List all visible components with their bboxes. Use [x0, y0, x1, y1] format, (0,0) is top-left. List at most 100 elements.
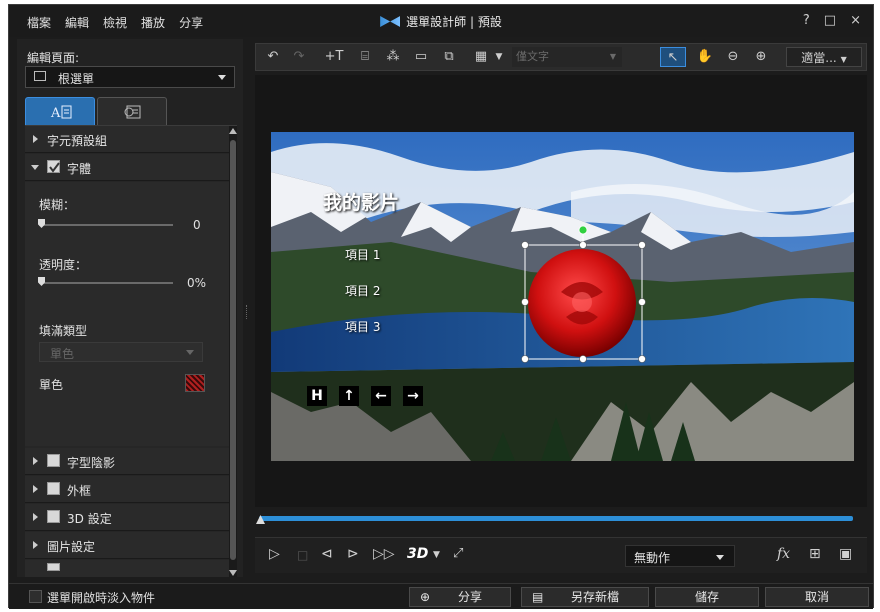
fullscreen-icon[interactable]: ⤢: [453, 546, 463, 561]
fill-type-select[interactable]: 單色: [39, 342, 203, 362]
select-move-tool-icon[interactable]: ↖: [660, 47, 686, 67]
previous-button[interactable]: ←: [371, 386, 391, 406]
redo-icon[interactable]: ↷: [290, 47, 308, 67]
playback-bar: ▷ □ ⊲ ⊳ ▷▷ 3D ▼ ⤢ 無動作 fx ⊞ ▣: [255, 537, 867, 573]
chevron-down-icon: [186, 350, 194, 355]
property-list: 字元預設組 字體 模糊： 0 透明度： 0% 填滿類型 單色 單色 字型陰影 外…: [25, 125, 237, 577]
scroll-thumb[interactable]: [230, 140, 236, 560]
page-icon: [34, 71, 46, 81]
previous-frame-icon[interactable]: ⊲: [321, 546, 333, 562]
save-button[interactable]: 儲存: [655, 587, 759, 607]
menu-item-1[interactable]: 項目 1: [345, 246, 380, 263]
next-frame-icon[interactable]: ⊳: [347, 546, 359, 562]
hand-tool-icon[interactable]: ✋: [694, 47, 716, 67]
opacity-value: 0%: [187, 276, 207, 290]
menu-title[interactable]: 我的影片: [323, 188, 399, 215]
add-button-icon[interactable]: ⌸: [354, 47, 376, 67]
menu-item-2[interactable]: 項目 2: [345, 282, 380, 299]
chevron-right-icon: [33, 485, 38, 493]
maximize-button[interactable]: □: [824, 13, 836, 28]
save-as-button[interactable]: ▤ 另存新檔: [521, 587, 649, 607]
blur-slider-thumb[interactable]: [38, 219, 45, 228]
chevron-right-icon: [33, 135, 38, 143]
section-3d-settings[interactable]: 3D 設定: [25, 504, 229, 531]
add-image-icon[interactable]: ⧉: [438, 47, 460, 67]
zoom-select[interactable]: 適當... ▼: [786, 47, 862, 67]
menu-designer-window: 檔案 編輯 檢視 播放 分享 選單設計師 | 預設 ? □ × 編輯頁面: 根選…: [8, 4, 874, 609]
section-font[interactable]: 字體: [25, 154, 229, 181]
section-image-settings[interactable]: 圖片設定: [25, 532, 229, 559]
home-button[interactable]: H: [307, 386, 327, 406]
app-logo-icon: [380, 16, 401, 27]
chevron-down-icon: ▼: [609, 52, 616, 61]
stop-icon[interactable]: □: [297, 548, 308, 562]
partial-checkbox: [47, 563, 60, 571]
section-border[interactable]: 外框: [25, 476, 229, 503]
text-shadow-checkbox[interactable]: [47, 454, 60, 467]
page-select[interactable]: 根選單: [25, 66, 235, 88]
panel-splitter[interactable]: [246, 305, 248, 319]
fade-in-checkbox[interactable]: [29, 590, 42, 603]
chevron-down-icon: ▼: [840, 55, 847, 64]
zoom-out-icon[interactable]: ⊖: [722, 47, 744, 67]
section-character-presets[interactable]: 字元預設組: [25, 126, 229, 153]
chevron-down-icon: [31, 165, 39, 170]
grid-icon[interactable]: ⊞: [809, 546, 821, 562]
font-select[interactable]: 僅文字 ▼: [512, 47, 622, 67]
help-button[interactable]: ?: [803, 13, 810, 28]
3d-mode-button[interactable]: 3D: [407, 546, 428, 562]
properties-scrollbar[interactable]: [229, 126, 237, 577]
page-label: 編輯頁面:: [27, 51, 80, 65]
text-icon: A: [50, 105, 72, 121]
chevron-down-icon[interactable]: ▼: [433, 550, 440, 560]
add-frame-icon[interactable]: ▭: [410, 47, 432, 67]
zoom-in-icon[interactable]: ⊕: [750, 47, 772, 67]
add-effect-icon[interactable]: ⁂: [382, 47, 404, 67]
share-button[interactable]: ⊕ 分享: [409, 587, 511, 607]
section-partial: [25, 560, 229, 577]
fast-forward-icon[interactable]: ▷▷: [373, 546, 395, 562]
tab-text-properties[interactable]: A: [25, 97, 95, 125]
opacity-slider-thumb[interactable]: [38, 277, 45, 286]
blur-label: 模糊：: [39, 198, 76, 212]
chevron-right-icon: [33, 513, 38, 521]
color-swatch[interactable]: [185, 374, 205, 392]
title-bar: 檔案 編輯 檢視 播放 分享 選單設計師 | 預設 ? □ ×: [9, 5, 873, 37]
chevron-right-icon: [33, 541, 38, 549]
chevron-down-icon[interactable]: ▼: [492, 47, 506, 67]
scroll-up-icon[interactable]: [229, 128, 237, 134]
timeline-bar[interactable]: [259, 516, 853, 521]
panel-tabs: A: [25, 97, 235, 125]
tab-image-properties[interactable]: [97, 97, 167, 125]
safe-zone-icon[interactable]: ▣: [839, 546, 852, 562]
play-icon[interactable]: ▷: [269, 546, 280, 562]
editor-toolbar: ↶ ↷ +T ⌸ ⁂ ▭ ⧉ ▦ ▼ 僅文字 ▼ ↖ ✋ ⊖ ⊕ 適當... ▼: [255, 43, 867, 71]
layout-icon[interactable]: ▦: [470, 47, 492, 67]
blur-slider[interactable]: [39, 224, 173, 226]
scroll-down-icon[interactable]: [229, 570, 237, 576]
menu-item-3[interactable]: 項目 3: [345, 318, 380, 335]
section-text-shadow[interactable]: 字型陰影: [25, 448, 229, 475]
undo-icon[interactable]: ↶: [264, 47, 282, 67]
add-text-icon[interactable]: +T: [322, 47, 346, 67]
next-button[interactable]: →: [403, 386, 423, 406]
timeline[interactable]: [255, 511, 867, 529]
menu-preview[interactable]: 我的影片 項目 1 項目 2 項目 3 H ↑ ← →: [271, 132, 854, 461]
font-checkbox[interactable]: [47, 160, 60, 173]
chevron-right-icon: [33, 457, 38, 465]
svg-text:A: A: [50, 106, 61, 121]
border-checkbox[interactable]: [47, 482, 60, 495]
image-icon: [124, 105, 141, 119]
chevron-down-icon: [716, 555, 724, 560]
cancel-button[interactable]: 取消: [765, 587, 869, 607]
up-button[interactable]: ↑: [339, 386, 359, 406]
fade-in-label: 選單開啟時淡入物件: [47, 591, 156, 605]
opacity-slider[interactable]: [39, 282, 173, 284]
close-button[interactable]: ×: [850, 13, 861, 28]
bottom-bar: 選單開啟時淡入物件 ⊕ 分享 ▤ 另存新檔 儲存 取消: [9, 583, 873, 609]
effects-button[interactable]: fx: [777, 546, 790, 562]
action-select[interactable]: 無動作: [625, 545, 735, 567]
window-controls: ? □ ×: [803, 13, 861, 28]
3d-settings-checkbox[interactable]: [47, 510, 60, 523]
chevron-down-icon: [218, 75, 226, 80]
